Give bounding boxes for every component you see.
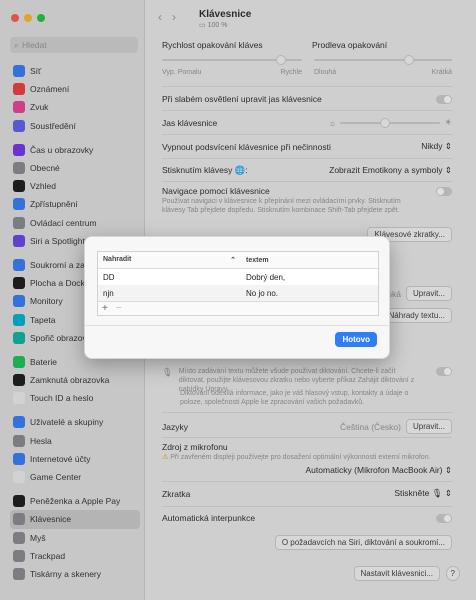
text-replacements-dialog: Nahradit ⌃ textem DD Dobrý den, njn No jo…	[84, 236, 390, 359]
replacements-table: Nahradit ⌃ textem DD Dobrý den, njn No jo…	[97, 251, 379, 316]
with-cell[interactable]: Dobrý den,	[244, 273, 378, 282]
remove-button[interactable]: −	[116, 303, 122, 314]
settings-window: ⌕ Hledat Síť Oznámení Zvuk Soustředění Čas u…	[0, 0, 476, 600]
add-button[interactable]: +	[102, 303, 108, 314]
table-controls: + −	[98, 301, 378, 315]
col-replace-header[interactable]: Nahradit	[103, 256, 131, 264]
table-row[interactable]: DD Dobrý den,	[98, 269, 378, 285]
replace-cell[interactable]: njn	[98, 289, 244, 298]
table-row[interactable]: njn No jo no.	[98, 285, 378, 301]
table-header: Nahradit ⌃ textem	[98, 252, 378, 269]
col-with-header[interactable]: textem	[244, 257, 378, 264]
with-cell[interactable]: No jo no.	[244, 289, 378, 298]
replace-cell[interactable]: DD	[98, 273, 244, 282]
sort-chevron-icon: ⌃	[230, 257, 236, 264]
done-button[interactable]: Hotovo	[335, 332, 377, 347]
